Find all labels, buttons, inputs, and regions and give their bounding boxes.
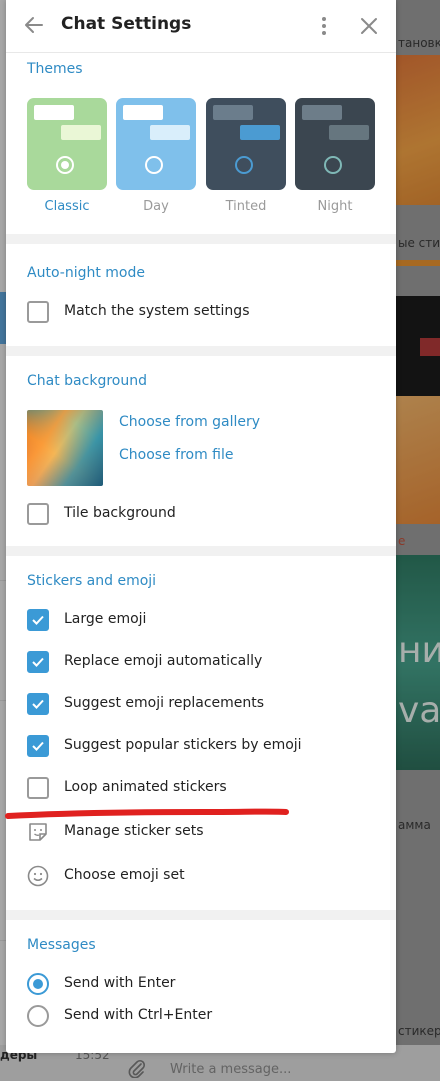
section-title-messages: Messages (27, 937, 96, 953)
tile-background-option[interactable]: Tile background (6, 496, 396, 532)
option-label: Match the system settings (64, 303, 250, 319)
panel-header: Chat Settings (6, 0, 396, 53)
section-separator (6, 910, 396, 920)
radio-selected[interactable] (27, 973, 49, 995)
section-title-stickers-emoji: Stickers and emoji (27, 573, 157, 589)
more-vertical-icon (322, 17, 326, 35)
theme-preview-bubble (240, 125, 280, 140)
theme-radio (145, 156, 163, 174)
theme-preview-bubble (61, 125, 101, 140)
suggest-popular-stickers-option[interactable]: Suggest popular stickers by emoji (6, 728, 396, 764)
choose-from-gallery-link[interactable]: Choose from gallery (119, 414, 260, 430)
choose-emoji-set-button[interactable]: Choose emoji set (6, 858, 396, 894)
option-label: Loop animated stickers (64, 779, 227, 795)
theme-night[interactable] (295, 98, 375, 190)
theme-preview-bubble (150, 125, 190, 140)
section-title-auto-night: Auto-night mode (27, 265, 145, 281)
option-label: Send with Ctrl+Enter (64, 1007, 213, 1023)
section-separator (6, 234, 396, 244)
option-label: Large emoji (64, 611, 147, 627)
section-separator (6, 346, 396, 356)
loop-animated-stickers-option[interactable]: Loop animated stickers (6, 770, 396, 806)
checkbox-checked[interactable] (27, 651, 49, 673)
theme-radio (235, 156, 253, 174)
suggest-emoji-replacements-option[interactable]: Suggest emoji replacements (6, 686, 396, 722)
chat-background-thumbnail[interactable] (27, 410, 103, 486)
theme-label-tinted: Tinted (225, 199, 267, 214)
checkmark-icon (32, 657, 44, 667)
checkbox-checked[interactable] (27, 693, 49, 715)
send-with-ctrl-enter-option[interactable]: Send with Ctrl+Enter (6, 998, 396, 1034)
checkmark-icon (32, 615, 44, 625)
large-emoji-option[interactable]: Large emoji (6, 602, 396, 638)
replace-emoji-option[interactable]: Replace emoji automatically (6, 644, 396, 680)
checkbox[interactable] (27, 777, 49, 799)
theme-preview-bubble (329, 125, 369, 140)
theme-label-classic: Classic (44, 199, 90, 214)
more-options-button[interactable] (314, 13, 334, 39)
theme-label-night: Night (317, 199, 353, 214)
smile-icon (26, 864, 50, 888)
theme-label-day: Day (143, 199, 169, 214)
section-separator (6, 546, 396, 556)
theme-preview-bubble (302, 105, 342, 120)
checkmark-icon (32, 741, 44, 751)
page-title: Chat Settings (61, 14, 192, 34)
theme-tinted[interactable] (206, 98, 286, 190)
close-button[interactable] (358, 14, 380, 38)
checkbox[interactable] (27, 503, 49, 525)
red-underline-annotation (5, 808, 289, 819)
option-label: Manage sticker sets (64, 823, 204, 839)
theme-preview-bubble (123, 105, 163, 120)
checkmark-icon (32, 699, 44, 709)
close-icon (361, 18, 377, 34)
option-label: Send with Enter (64, 975, 176, 991)
match-system-settings-option[interactable]: Match the system settings (6, 294, 396, 330)
back-button[interactable] (22, 12, 46, 38)
section-title-chat-background: Chat background (27, 373, 147, 389)
theme-preview-bubble (34, 105, 74, 120)
option-label: Suggest emoji replacements (64, 695, 265, 711)
choose-from-file-link[interactable]: Choose from file (119, 447, 234, 463)
option-label: Replace emoji automatically (64, 653, 263, 669)
radio[interactable] (27, 1005, 49, 1027)
chat-settings-panel: Chat Settings Themes Classic Day Tinted … (6, 0, 396, 1053)
option-label: Suggest popular stickers by emoji (64, 737, 302, 753)
section-title-themes: Themes (27, 61, 83, 77)
theme-radio (324, 156, 342, 174)
checkbox-checked[interactable] (27, 735, 49, 757)
checkbox[interactable] (27, 301, 49, 323)
theme-day[interactable] (116, 98, 196, 190)
theme-radio (56, 156, 74, 174)
send-with-enter-option[interactable]: Send with Enter (6, 966, 396, 1002)
checkbox-checked[interactable] (27, 609, 49, 631)
theme-classic[interactable] (27, 98, 107, 190)
option-label: Tile background (64, 505, 176, 521)
theme-preview-bubble (213, 105, 253, 120)
option-label: Choose emoji set (64, 867, 185, 883)
